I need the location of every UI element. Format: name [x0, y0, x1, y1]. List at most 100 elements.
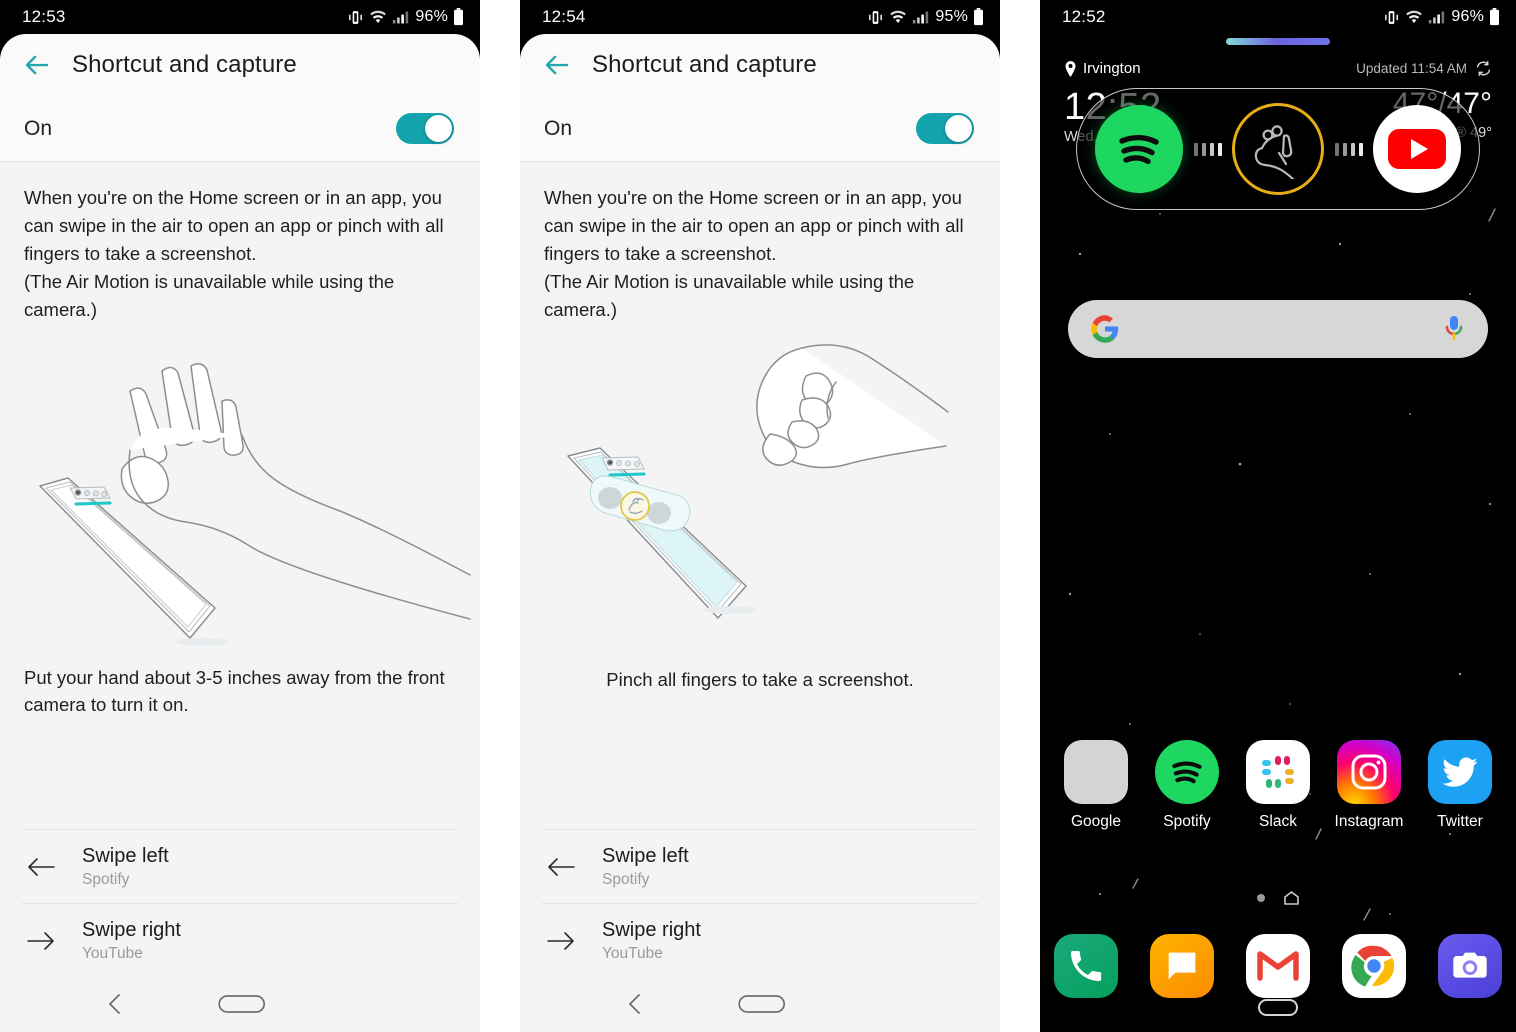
- settings-body: When you're on the Home screen or in an …: [0, 162, 480, 1031]
- messages-icon[interactable]: [1150, 934, 1214, 998]
- weather-top-row: Irvington Updated 11:54 AM: [1064, 60, 1492, 77]
- toggle-label: On: [24, 116, 53, 140]
- description-line-1: When you're on the Home screen or in an …: [24, 187, 444, 264]
- home-app-row: Google Spotify Slack Instagram Twitter: [1054, 740, 1502, 831]
- home-screen-panel: 12:52 96% Irvington Updated 11:54 AM 49°…: [1040, 0, 1516, 1032]
- illustration-caption: Put your hand about 3-5 inches away from…: [24, 667, 445, 715]
- air-motion-toggle-row[interactable]: On: [520, 96, 1000, 162]
- battery-icon: [1490, 8, 1499, 26]
- instagram-icon[interactable]: [1337, 740, 1401, 804]
- shortcut-row-swipe-left[interactable]: Swipe left Spotify: [0, 830, 480, 903]
- weather-updated: Updated 11:54 AM: [1356, 60, 1492, 77]
- settings-body: When you're on the Home screen or in an …: [520, 162, 1000, 1031]
- status-bar: 12:53 96%: [0, 0, 480, 34]
- weather-updated-label: Updated 11:54 AM: [1356, 61, 1467, 76]
- app-twitter[interactable]: Twitter: [1418, 740, 1502, 831]
- air-motion-toggle-row[interactable]: On: [0, 96, 480, 162]
- description-line-1: When you're on the Home screen or in an …: [544, 187, 964, 264]
- nav-home-pill-icon[interactable]: [218, 993, 266, 1015]
- battery-icon: [454, 8, 463, 26]
- status-clock: 12:54: [542, 7, 586, 26]
- google-g-icon[interactable]: [1090, 314, 1120, 344]
- shortcut-row-swipe-right[interactable]: Swipe right YouTube: [520, 904, 1000, 977]
- wifi-icon: [370, 10, 387, 23]
- air-motion-overlay: [1076, 88, 1480, 210]
- header-wrap: Shortcut and capture: [520, 34, 1000, 96]
- page-title: Shortcut and capture: [592, 51, 817, 78]
- spotify-icon[interactable]: [1095, 105, 1183, 193]
- shortcut-row-swipe-left[interactable]: Swipe left Spotify: [520, 830, 1000, 903]
- gmail-icon[interactable]: [1246, 934, 1310, 998]
- signal-icon: [1429, 11, 1445, 23]
- twitter-icon[interactable]: [1428, 740, 1492, 804]
- weather-location-label: Irvington: [1083, 60, 1141, 77]
- motion-dashes-right: [1334, 142, 1363, 156]
- app-label: Google: [1071, 813, 1121, 830]
- nav-home-pill-icon[interactable]: [738, 993, 786, 1015]
- illustration-open-hand-over-phone: [0, 338, 480, 658]
- signal-icon: [913, 11, 929, 23]
- app-label: Slack: [1259, 813, 1297, 830]
- phone-icon[interactable]: [1054, 934, 1118, 998]
- shortcut-title: Swipe left: [602, 844, 689, 867]
- back-arrow-icon[interactable]: [22, 50, 52, 80]
- app-instagram[interactable]: Instagram: [1327, 740, 1411, 831]
- vibrate-icon: [869, 10, 883, 24]
- spotify-icon[interactable]: [1155, 740, 1219, 804]
- arrow-right-icon: [547, 931, 574, 950]
- settings-panel-swipe: 12:53 96% Shortcut and capture On When y…: [0, 0, 480, 1032]
- switch-knob: [425, 115, 452, 142]
- pinch-hand-gesture-icon: [1232, 103, 1324, 195]
- camera-icon[interactable]: [1438, 934, 1502, 998]
- vibrate-icon: [1385, 10, 1399, 24]
- battery-percent: 96%: [1451, 8, 1484, 25]
- page-title: Shortcut and capture: [72, 51, 297, 78]
- home-page-icon[interactable]: [1283, 890, 1300, 906]
- weather-location: Irvington: [1064, 60, 1141, 77]
- air-motion-switch[interactable]: [396, 113, 454, 144]
- page-dot-icon[interactable]: [1256, 894, 1265, 902]
- app-label: Twitter: [1437, 813, 1483, 830]
- air-motion-switch[interactable]: [916, 113, 974, 144]
- nav-back-icon[interactable]: [104, 991, 126, 1017]
- status-clock: 12:53: [22, 7, 66, 26]
- microphone-icon[interactable]: [1442, 314, 1466, 344]
- status-icons: 95%: [867, 8, 984, 26]
- header-wrap: Shortcut and capture: [0, 34, 480, 96]
- description: When you're on the Home screen or in an …: [520, 162, 1000, 324]
- nav-back-icon[interactable]: [624, 991, 646, 1017]
- shortcut-list: Swipe left Spotify Swipe right YouTube: [520, 829, 1000, 977]
- nav-home-pill-icon[interactable]: [1258, 999, 1298, 1016]
- screenshot-stage: 12:53 96% Shortcut and capture On When y…: [0, 0, 1516, 1032]
- app-spotify[interactable]: Spotify: [1145, 740, 1229, 831]
- google-search-bar[interactable]: [1068, 300, 1488, 358]
- slack-icon[interactable]: [1246, 740, 1310, 804]
- refresh-icon[interactable]: [1475, 60, 1492, 77]
- app-google-folder[interactable]: Google: [1054, 740, 1138, 831]
- google-folder-icon[interactable]: [1064, 740, 1128, 804]
- motion-dashes-left: [1193, 142, 1222, 156]
- app-label: Instagram: [1334, 813, 1404, 830]
- shortcut-row-swipe-right[interactable]: Swipe right YouTube: [0, 904, 480, 977]
- top-progress-indicator: [1226, 38, 1330, 45]
- shortcut-text: Swipe left Spotify: [82, 843, 169, 891]
- battery-percent: 96%: [415, 8, 448, 25]
- shortcut-title: Swipe left: [82, 844, 169, 867]
- app-slack[interactable]: Slack: [1236, 740, 1320, 831]
- shortcut-title: Swipe right: [82, 918, 181, 941]
- navigation-bar: [520, 977, 1000, 1031]
- illustration-pinching-fist-over-phone: [520, 338, 1000, 658]
- navigation-bar: [0, 977, 480, 1031]
- battery-icon: [974, 8, 983, 26]
- switch-knob: [945, 115, 972, 142]
- status-bar: 12:52 96%: [1040, 0, 1516, 34]
- shortcut-text: Swipe left Spotify: [602, 843, 689, 891]
- shortcut-subtitle: Spotify: [82, 870, 130, 888]
- youtube-icon[interactable]: [1373, 105, 1461, 193]
- shortcut-text: Swipe right YouTube: [82, 917, 181, 965]
- status-clock: 12:52: [1062, 7, 1106, 26]
- app-label: Spotify: [1163, 813, 1211, 830]
- shortcut-text: Swipe right YouTube: [602, 917, 701, 965]
- chrome-icon[interactable]: [1342, 934, 1406, 998]
- back-arrow-icon[interactable]: [542, 50, 572, 80]
